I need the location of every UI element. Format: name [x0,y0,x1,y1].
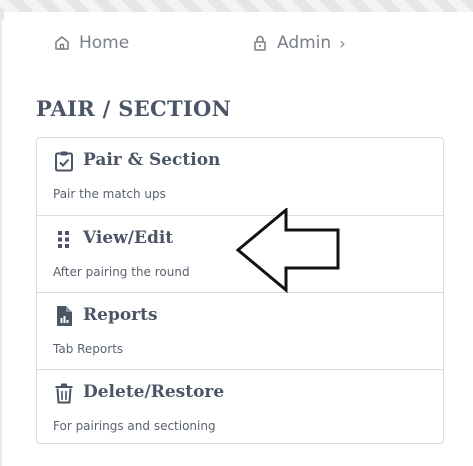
home-icon [55,36,69,50]
menu-item-description: Tab Reports [53,342,124,356]
menu-item-description: Pair the match ups [53,187,166,201]
breadcrumb-admin-link[interactable]: Admin › [251,33,346,53]
grip-dots-icon [58,231,69,248]
left-divider [0,12,2,466]
menu-item-description: For pairings and sectioning [53,419,216,433]
menu-item-title: Delete/Restore [83,382,225,402]
chevron-right-icon: › [339,33,346,53]
breadcrumb-home-label: Home [79,33,130,53]
report-file-icon [57,306,72,326]
lock-icon [254,35,266,51]
menu-item-pair-section[interactable]: Pair & Section Pair the match ups [37,138,443,215]
breadcrumb-home-link[interactable]: Home [53,33,129,53]
arrow-left-annotation-icon [235,208,340,294]
clipboard-check-icon [55,151,73,172]
menu-item-delete-restore[interactable]: Delete/Restore For pairings and sectioni… [37,369,443,446]
breadcrumb-admin-label: Admin [277,33,332,53]
page-title: PAIR / SECTION [36,96,232,121]
trash-icon [55,383,73,404]
menu-item-title: Pair & Section [83,150,221,170]
menu-item-reports[interactable]: Reports Tab Reports [37,292,443,369]
menu-item-title: Reports [83,305,158,325]
menu-item-description: After pairing the round [53,265,190,279]
menu-item-title: View/Edit [83,228,174,248]
